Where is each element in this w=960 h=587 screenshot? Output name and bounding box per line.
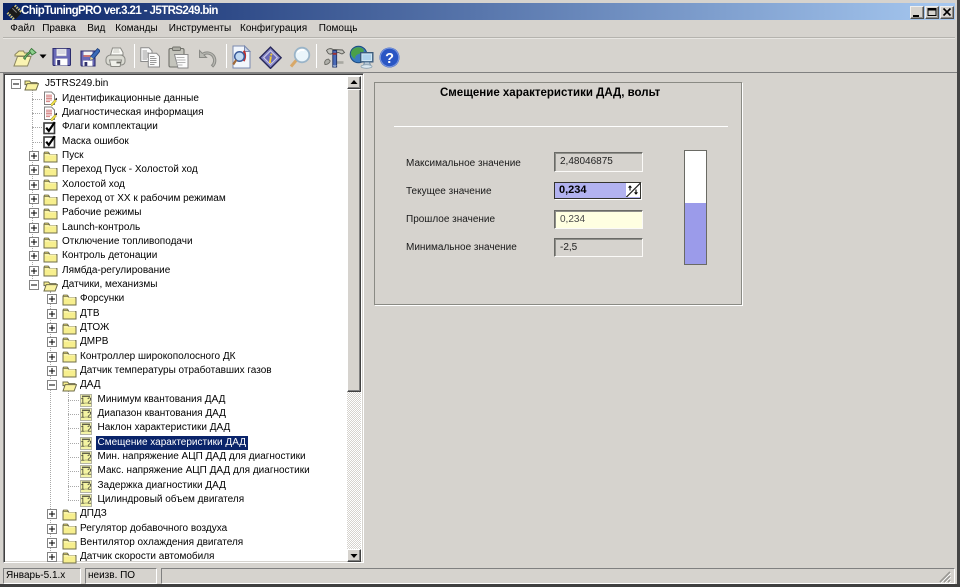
svg-text:i: i bbox=[269, 52, 273, 67]
svg-text:?: ? bbox=[385, 51, 394, 67]
